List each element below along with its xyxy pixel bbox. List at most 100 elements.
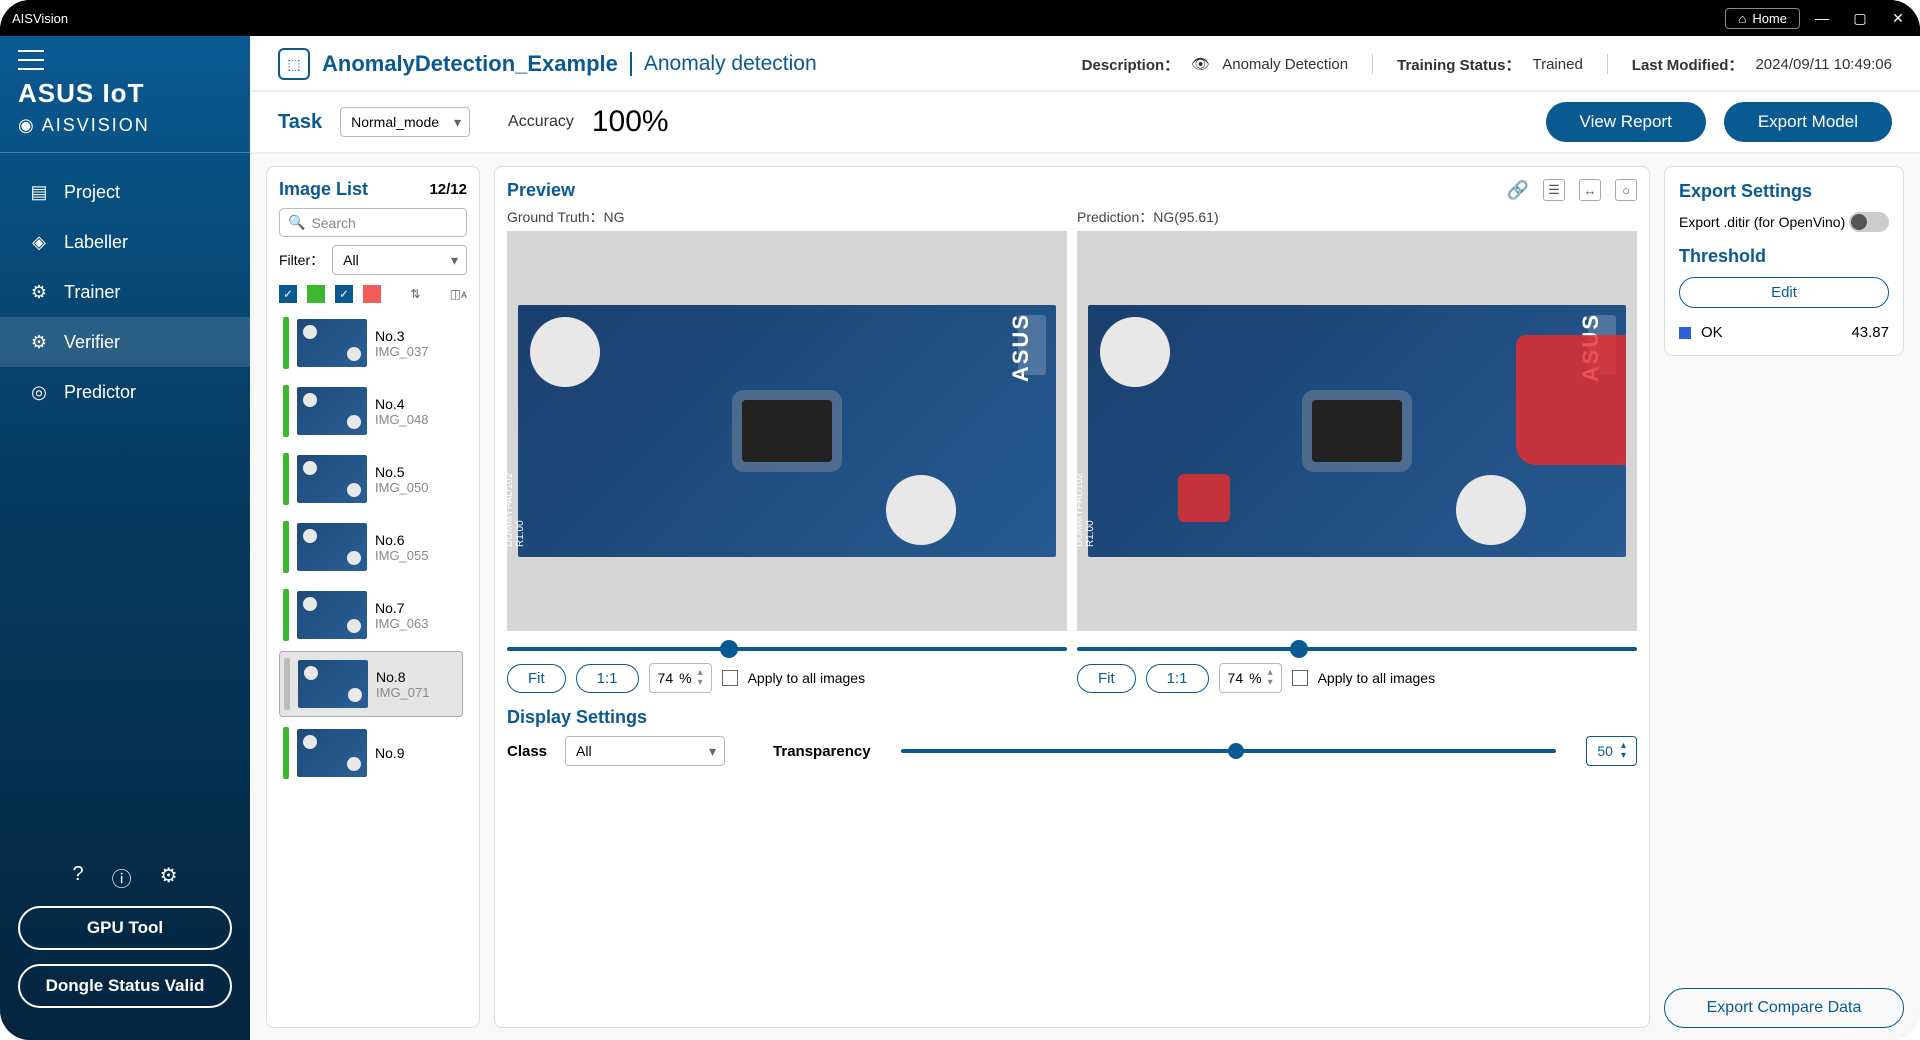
ditir-toggle[interactable] (1849, 212, 1889, 232)
thumbnail-filename: IMG_037 (375, 344, 428, 359)
gt-zoom-input[interactable]: 74 % ▴▾ (649, 663, 712, 693)
threshold-title: Threshold (1679, 246, 1889, 267)
maximize-button[interactable]: ▢ (1850, 10, 1870, 27)
nav-verifier[interactable]: ⚙ Verifier (0, 317, 250, 367)
dongle-status-button[interactable]: Dongle Status Valid (18, 964, 232, 1008)
pred-apply-all-checkbox[interactable] (1292, 670, 1308, 686)
accuracy-label: Accuracy (508, 113, 574, 131)
gt-fit-button[interactable]: Fit (507, 664, 566, 693)
gt-1to1-button[interactable]: 1:1 (576, 664, 639, 693)
thumbnail-item[interactable]: No.6 IMG_055 (279, 515, 463, 579)
thumbnail-list[interactable]: No.3 IMG_037 No.4 IMG_048 No.5 IMG_050 N… (279, 311, 467, 1015)
home-label: Home (1752, 11, 1787, 26)
thumbnail-item[interactable]: No.9 (279, 721, 463, 785)
thumbnail-filename: IMG_048 (375, 412, 428, 427)
nav-predictor[interactable]: ◎ Predictor (0, 367, 250, 417)
image-list-count: 12/12 (429, 181, 467, 198)
filter-dropdown[interactable]: All (332, 245, 467, 275)
titlebar: AISVision ⌂ Home — ▢ ✕ (0, 0, 1920, 36)
view-icon[interactable]: ◫ᴀ (450, 287, 467, 301)
thumbnail-image (297, 523, 367, 571)
red-swatch (363, 285, 381, 303)
export-settings-title: Export Settings (1679, 181, 1812, 201)
thumbnail-filename: IMG_063 (375, 616, 428, 631)
green-swatch (307, 285, 325, 303)
app-name: AISVision (12, 11, 68, 26)
eye-icon: ◉ (18, 115, 36, 136)
anomaly-region (1516, 335, 1626, 465)
view-report-button[interactable]: View Report (1546, 102, 1706, 142)
modified-value: 2024/09/11 10:49:06 (1755, 56, 1892, 73)
nav-project[interactable]: ▤ Project (0, 167, 250, 217)
checkbox-green[interactable]: ✓ (279, 285, 297, 303)
status-label: Training Status： (1397, 54, 1520, 75)
home-icon: ⌂ (1738, 11, 1746, 26)
class-dropdown[interactable]: All (565, 736, 725, 766)
layout-icon[interactable]: ☰ (1543, 179, 1565, 201)
thumbnail-item[interactable]: No.4 IMG_048 (279, 379, 463, 443)
status-indicator (283, 453, 289, 505)
thumbnail-item[interactable]: No.7 IMG_063 (279, 583, 463, 647)
status-indicator (283, 317, 289, 369)
task-bar: Task Normal_mode Accuracy 100% View Repo… (250, 92, 1920, 154)
status-indicator (284, 658, 290, 710)
project-icon: ⬚ (278, 48, 310, 80)
gt-apply-all-label: Apply to all images (748, 670, 866, 686)
thumbnail-image (297, 455, 367, 503)
modified-label: Last Modified： (1632, 54, 1744, 75)
pred-fit-button[interactable]: Fit (1077, 664, 1136, 693)
image-list-panel: Image List 12/12 🔍 Search Filter： All ✓ (266, 166, 480, 1028)
checkbox-red[interactable]: ✓ (335, 285, 353, 303)
transparency-value[interactable]: 50 ▴▾ (1586, 736, 1637, 766)
pred-1to1-button[interactable]: 1:1 (1146, 664, 1209, 693)
pred-slider[interactable] (1077, 647, 1637, 651)
export-model-button[interactable]: Export Model (1724, 102, 1892, 142)
status-indicator (283, 727, 289, 779)
threshold-edit-button[interactable]: Edit (1679, 277, 1889, 308)
eye-icon: 👁 (1191, 55, 1210, 73)
thumbnail-number: No.7 (375, 600, 428, 616)
display-settings-title: Display Settings (507, 707, 647, 727)
nav-trainer[interactable]: ⚙ Trainer (0, 267, 250, 317)
pred-zoom-input[interactable]: 74 % ▴▾ (1219, 663, 1282, 693)
minimize-button[interactable]: — (1812, 10, 1832, 27)
thumbnail-image (298, 660, 368, 708)
search-input[interactable]: 🔍 Search (279, 208, 467, 237)
status-indicator (283, 385, 289, 437)
ground-truth-image[interactable]: ASUS DUMMYPAD102R1.00 (507, 231, 1067, 631)
camera-icon[interactable]: ○ (1615, 179, 1637, 201)
home-button[interactable]: ⌂ Home (1725, 8, 1800, 29)
pred-apply-all-label: Apply to all images (1318, 670, 1436, 686)
thumbnail-item[interactable]: No.8 IMG_071 (279, 651, 463, 717)
verify-icon: ⚙ (28, 331, 50, 353)
thumbnail-image (297, 319, 367, 367)
thumbnail-filename: IMG_050 (375, 480, 428, 495)
task-dropdown[interactable]: Normal_mode (340, 107, 470, 137)
nav-label: Labeller (64, 232, 128, 253)
preview-panel: Preview 🔗 ☰ ↔ ○ Ground Truth：NG (494, 166, 1650, 1028)
nav-label: Verifier (64, 332, 120, 353)
transparency-slider[interactable] (901, 749, 1557, 753)
thumbnail-item[interactable]: No.5 IMG_050 (279, 447, 463, 511)
prediction-image[interactable]: ASUS DUMMYPAD102R1.00 (1077, 231, 1637, 631)
menu-icon[interactable] (18, 50, 44, 70)
sort-icon[interactable]: ⇅ (410, 287, 420, 301)
gpu-tool-button[interactable]: GPU Tool (18, 906, 232, 950)
export-compare-button[interactable]: Export Compare Data (1664, 988, 1904, 1028)
info-icon[interactable]: ⓘ (112, 863, 132, 892)
accuracy-value: 100% (592, 105, 669, 139)
project-name: AnomalyDetection_Example (322, 51, 618, 77)
link-icon[interactable]: 🔗 (1507, 179, 1529, 201)
document-icon: ▤ (28, 181, 50, 203)
help-icon[interactable]: ? (72, 863, 83, 892)
thumbnail-item[interactable]: No.3 IMG_037 (279, 311, 463, 375)
settings-icon[interactable]: ⚙ (160, 863, 178, 892)
thumbnail-number: No.3 (375, 328, 428, 344)
nav-labeller[interactable]: ◈ Labeller (0, 217, 250, 267)
gt-apply-all-checkbox[interactable] (722, 670, 738, 686)
gt-slider[interactable] (507, 647, 1067, 651)
close-button[interactable]: ✕ (1888, 10, 1908, 27)
thumbnail-image (297, 387, 367, 435)
nav-label: Predictor (64, 382, 136, 403)
code-icon[interactable]: ↔ (1579, 179, 1601, 201)
